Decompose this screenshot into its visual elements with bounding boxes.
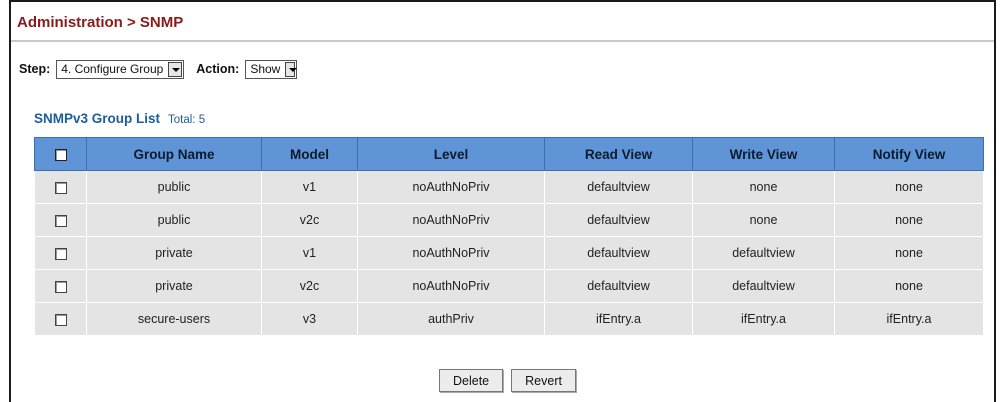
page-title: Administration > SNMP: [17, 14, 184, 31]
level-cell: authPriv: [357, 302, 545, 336]
column-header-read-view[interactable]: Read View: [544, 137, 693, 171]
group-list-header: SNMPv3 Group List Total: 5: [34, 111, 205, 126]
model-cell: v2c: [261, 269, 358, 303]
select-all-cell: [34, 137, 87, 171]
group-name-cell: public: [86, 203, 262, 237]
model-cell: v1: [261, 170, 358, 204]
level-cell: noAuthNoPriv: [357, 170, 545, 204]
row-select-cell: [34, 170, 87, 204]
revert-button[interactable]: Revert: [511, 369, 576, 392]
select-all-checkbox[interactable]: [54, 148, 67, 161]
read-view-cell: defaultview: [544, 236, 693, 270]
row-checkbox[interactable]: [54, 247, 67, 260]
step-action-bar: Step: 4. Configure Group Action: Show: [19, 58, 298, 80]
table-row: secure-users v3 authPriv ifEntry.a ifEnt…: [34, 302, 984, 336]
column-header-model[interactable]: Model: [261, 137, 358, 171]
group-table: Group Name Model Level Read View Write V…: [34, 137, 984, 336]
group-name-cell: public: [86, 170, 262, 204]
table-row: private v2c noAuthNoPriv defaultview def…: [34, 269, 984, 303]
title-bar: Administration > SNMP: [11, 2, 994, 42]
table-row: private v1 noAuthNoPriv defaultview defa…: [34, 236, 984, 270]
write-view-cell: defaultview: [692, 269, 835, 303]
row-select-cell: [34, 302, 87, 336]
write-view-cell: none: [692, 203, 835, 237]
notify-view-cell: none: [834, 269, 984, 303]
level-cell: noAuthNoPriv: [357, 236, 545, 270]
model-cell: v2c: [261, 203, 358, 237]
write-view-cell: defaultview: [692, 236, 835, 270]
table-row: public v2c noAuthNoPriv defaultview none…: [34, 203, 984, 237]
notify-view-cell: none: [834, 236, 984, 270]
write-view-cell: none: [692, 170, 835, 204]
level-cell: noAuthNoPriv: [357, 269, 545, 303]
column-header-group-name[interactable]: Group Name: [86, 137, 262, 171]
column-header-notify-view[interactable]: Notify View: [834, 137, 984, 171]
write-view-cell: ifEntry.a: [692, 302, 835, 336]
action-select-value: Show: [250, 62, 281, 76]
delete-button[interactable]: Delete: [439, 369, 504, 392]
model-cell: v3: [261, 302, 358, 336]
group-list-title: SNMPv3 Group List: [34, 111, 161, 126]
read-view-cell: defaultview: [544, 269, 693, 303]
level-cell: noAuthNoPriv: [357, 203, 545, 237]
step-label: Step:: [19, 62, 51, 76]
group-list-total: Total: 5: [168, 114, 206, 126]
snmp-panel: Administration > SNMP Step: 4. Configure…: [9, 0, 996, 402]
row-checkbox[interactable]: [54, 280, 67, 293]
step-select-value: 4. Configure Group: [61, 62, 164, 76]
column-header-write-view[interactable]: Write View: [692, 137, 835, 171]
read-view-cell: defaultview: [544, 170, 693, 204]
action-buttons: Delete Revert: [439, 369, 576, 392]
row-checkbox[interactable]: [54, 214, 67, 227]
chevron-down-icon[interactable]: [285, 61, 298, 77]
group-name-cell: secure-users: [86, 302, 262, 336]
chevron-down-icon[interactable]: [168, 61, 183, 77]
notify-view-cell: none: [834, 170, 984, 204]
row-select-cell: [34, 269, 87, 303]
row-checkbox[interactable]: [54, 313, 67, 326]
row-select-cell: [34, 236, 87, 270]
table-header-row: Group Name Model Level Read View Write V…: [34, 137, 984, 171]
action-label: Action:: [196, 62, 240, 76]
step-select[interactable]: 4. Configure Group: [56, 59, 185, 79]
read-view-cell: ifEntry.a: [544, 302, 693, 336]
action-select[interactable]: Show: [245, 59, 298, 79]
notify-view-cell: ifEntry.a: [834, 302, 984, 336]
group-name-cell: private: [86, 236, 262, 270]
group-name-cell: private: [86, 269, 262, 303]
table-row: public v1 noAuthNoPriv defaultview none …: [34, 170, 984, 204]
row-select-cell: [34, 203, 87, 237]
notify-view-cell: none: [834, 203, 984, 237]
column-header-level[interactable]: Level: [357, 137, 545, 171]
model-cell: v1: [261, 236, 358, 270]
row-checkbox[interactable]: [54, 181, 67, 194]
read-view-cell: defaultview: [544, 203, 693, 237]
